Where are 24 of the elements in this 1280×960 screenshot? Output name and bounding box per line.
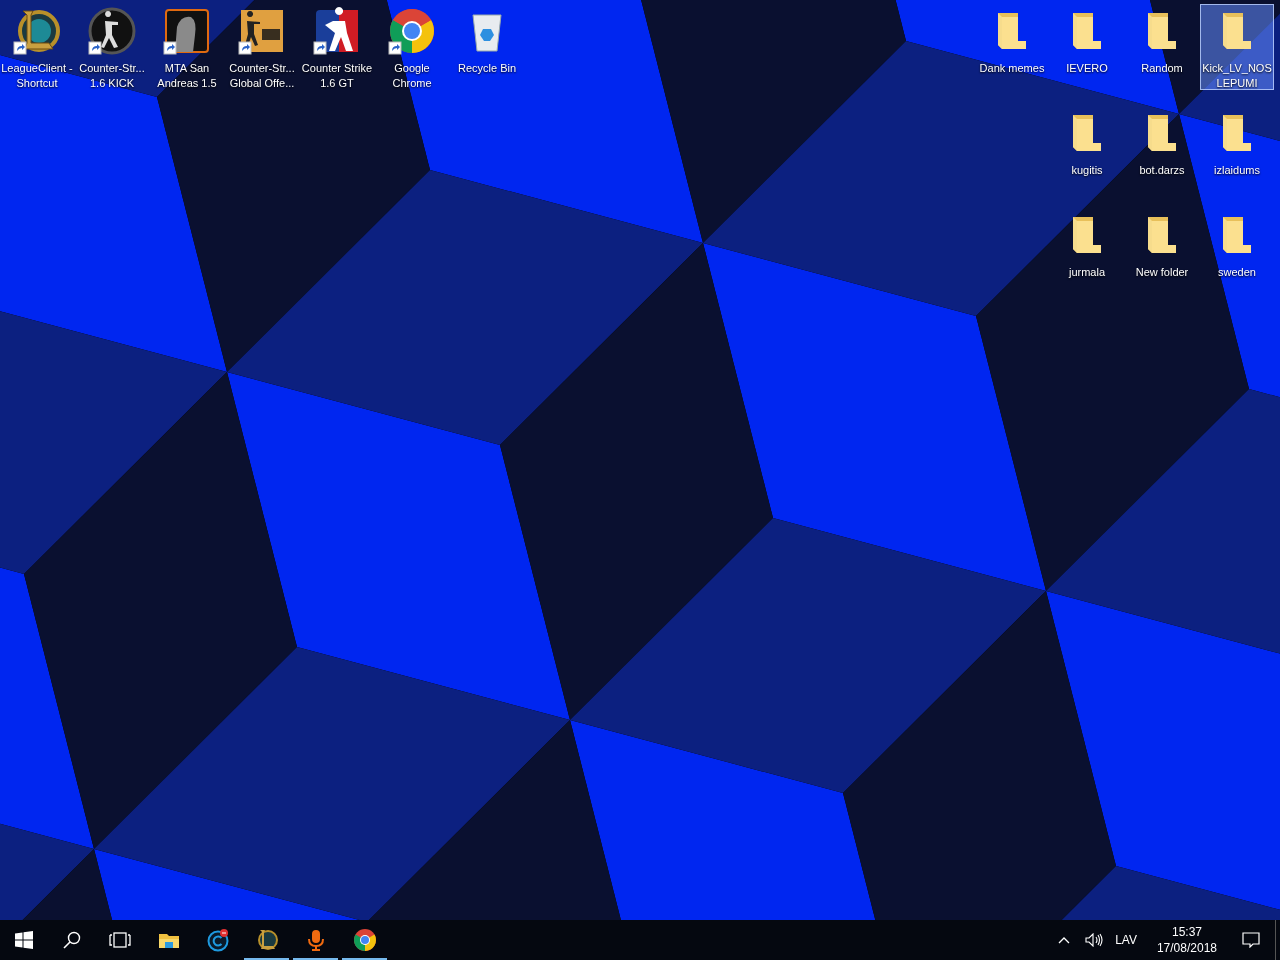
clock-button[interactable]: 15:37 17/08/2018 bbox=[1146, 920, 1227, 960]
browser-logo-icon bbox=[352, 928, 377, 952]
desktop-folder[interactable]: kugitis bbox=[1050, 106, 1124, 192]
language-button[interactable]: LAV bbox=[1109, 920, 1147, 960]
caret-icon bbox=[1058, 936, 1071, 944]
windows-logo-icon bbox=[15, 931, 33, 949]
desktop-folder[interactable]: New folder bbox=[1125, 208, 1199, 294]
desktop-shortcut[interactable]: Counter-Str... 1.6 KICK bbox=[75, 4, 149, 90]
desktop-folder[interactable]: Kick_LV_NOS LEPUMI bbox=[1200, 4, 1274, 90]
desktop-shortcut[interactable]: MTA San Andreas 1.5 bbox=[150, 4, 224, 90]
desktop-folder[interactable]: izlaidums bbox=[1200, 106, 1274, 192]
desktop-folder[interactable]: Dank memes bbox=[975, 4, 1049, 90]
cleaner-app-icon bbox=[205, 928, 230, 952]
desktop-folder[interactable]: IEVERO bbox=[1050, 4, 1124, 90]
desktop-folder[interactable]: jurmala bbox=[1050, 208, 1124, 294]
search-icon bbox=[63, 931, 81, 949]
desktop-shortcut[interactable]: Counter-Str... Global Offe... bbox=[225, 4, 299, 90]
desktop-shortcut[interactable]: Counter Strike 1.6 GT bbox=[300, 4, 374, 90]
desktop-shortcut[interactable]: LeagueClient - Shortcut bbox=[0, 4, 74, 90]
speech-bubble-icon bbox=[1242, 932, 1260, 948]
task-view-icon bbox=[109, 932, 131, 948]
desktop-shortcut[interactable]: Recycle Bin bbox=[450, 4, 524, 90]
desktop-folder[interactable]: bot.darzs bbox=[1125, 106, 1199, 192]
speaker-icon bbox=[1085, 933, 1104, 947]
